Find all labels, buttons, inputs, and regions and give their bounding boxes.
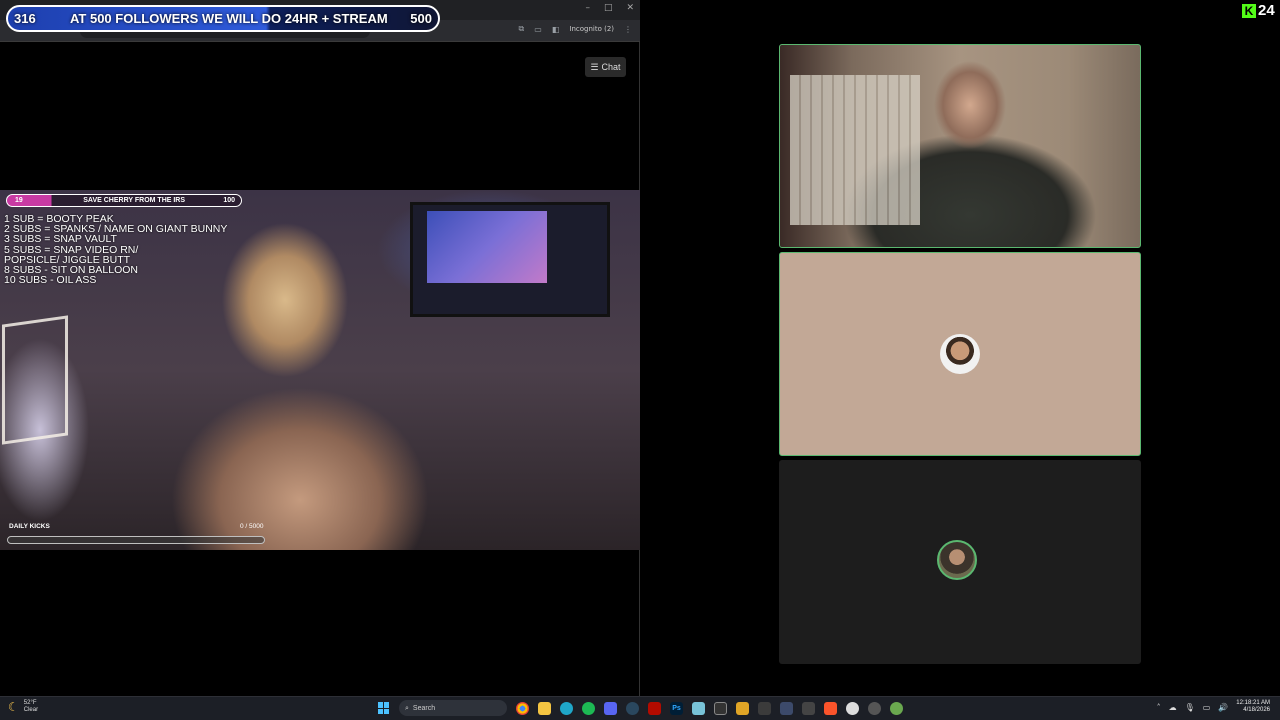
- file-explorer-icon[interactable]: [538, 701, 551, 715]
- weather-temp: 52°F: [23, 700, 37, 706]
- network-icon[interactable]: ☁: [1169, 703, 1177, 712]
- chat-button-label: Chat: [601, 62, 621, 72]
- kick-logo: K 24: [1242, 2, 1275, 19]
- daily-kicks-progress: [7, 536, 265, 544]
- daily-kicks-count: 0 / 5000: [240, 523, 264, 530]
- obs-icon[interactable]: [758, 701, 771, 715]
- sidebar-icon[interactable]: ◧: [552, 25, 560, 34]
- chrome-icon[interactable]: [516, 701, 529, 715]
- participant-avatar: [940, 334, 980, 374]
- search-placeholder: Search: [412, 704, 436, 712]
- system-tray: ˄ ☁ 🎙 ▭ 🔊 12:18:21 AM 4/18/2026: [1157, 700, 1270, 714]
- taskbar-search[interactable]: ⌕ Search: [399, 700, 507, 716]
- circle-app-icon[interactable]: [846, 701, 859, 715]
- chat-button[interactable]: ☰ Chat: [585, 57, 626, 77]
- clock-date: 4/18/2026: [1243, 707, 1270, 713]
- kick-logo-number: 24: [1258, 2, 1275, 19]
- maximize-icon[interactable]: □: [604, 3, 613, 13]
- microphone-icon[interactable]: 🎙: [1185, 703, 1195, 712]
- start-icon[interactable]: [378, 702, 390, 714]
- sub-rewards-list: 1 SUB = BOOTY PEAK 2 SUBS = SPANKS / NAM…: [4, 214, 227, 287]
- spotify-icon[interactable]: [582, 701, 595, 715]
- brave-icon[interactable]: [824, 701, 837, 715]
- notepad-icon[interactable]: [692, 701, 705, 715]
- steam-icon[interactable]: [626, 701, 639, 715]
- background-mirror: [2, 315, 68, 445]
- search-icon: ⌕: [405, 703, 409, 712]
- monitor-icon[interactable]: ▭: [1203, 703, 1211, 712]
- sub-goal-target: 100: [223, 197, 235, 204]
- minimize-icon[interactable]: –: [585, 3, 590, 13]
- follower-goal-target: 500: [410, 11, 432, 26]
- taskbar-clock[interactable]: 12:18:21 AM 4/18/2026: [1236, 700, 1270, 714]
- browser-window: – □ ✕ ⧉ ▭ ◧ Incognito (2) ⋮ 316 AT 500 F…: [0, 0, 640, 696]
- photoshop-icon[interactable]: Ps: [670, 701, 683, 715]
- split-view-icon[interactable]: ▭: [534, 25, 542, 34]
- follower-goal-current: 316: [14, 11, 36, 26]
- call-participant-tile[interactable]: [779, 460, 1141, 664]
- discord-icon[interactable]: [604, 701, 617, 715]
- daily-kicks-label: DAILY KICKS: [9, 523, 50, 530]
- sub-goal-bar: 19 SAVE CHERRY FROM THE IRS 100: [6, 194, 242, 207]
- incognito-indicator[interactable]: Incognito (2): [569, 25, 614, 33]
- tool-icon[interactable]: [868, 701, 881, 715]
- volume-icon[interactable]: 🔊: [1218, 703, 1228, 712]
- menu-icon[interactable]: ⋮: [624, 25, 632, 34]
- sub-goal-current: 19: [15, 197, 23, 204]
- background-monitor: [410, 202, 610, 317]
- clock-time: 12:18:21 AM: [1236, 700, 1270, 706]
- follower-goal-banner: 316 AT 500 FOLLOWERS WE WILL DO 24HR + S…: [6, 5, 440, 32]
- participant-avatar: [937, 540, 977, 580]
- chat-list-icon: ☰: [590, 61, 599, 72]
- notes-icon[interactable]: [736, 701, 749, 715]
- edge-icon[interactable]: [560, 701, 573, 715]
- sub-reward-item: 10 SUBS - OIL ASS: [4, 274, 97, 287]
- stream-video[interactable]: 19 SAVE CHERRY FROM THE IRS 100 1 SUB = …: [0, 190, 640, 550]
- terminal-icon[interactable]: [714, 701, 727, 715]
- windows-taskbar: ☾ 52°F Clear ⌕ Search Ps ˄ ☁ 🎙 ▭ 🔊 12:18…: [0, 696, 1280, 720]
- close-icon[interactable]: ✕: [626, 3, 634, 13]
- weather-widget[interactable]: ☾ 52°F Clear: [8, 700, 38, 714]
- acrobat-icon[interactable]: [648, 701, 661, 715]
- vpn-icon[interactable]: [780, 701, 793, 715]
- weather-desc: Clear: [23, 707, 39, 713]
- chevron-up-icon[interactable]: ˄: [1157, 703, 1161, 712]
- call-participant-tile[interactable]: [779, 252, 1141, 456]
- call-participant-video[interactable]: [779, 44, 1141, 248]
- globe-icon[interactable]: [890, 701, 903, 715]
- moon-icon: ☾: [8, 700, 19, 714]
- headset-icon[interactable]: [802, 701, 815, 715]
- follower-goal-text: AT 500 FOLLOWERS WE WILL DO 24HR + STREA…: [70, 11, 388, 26]
- sub-goal-text: SAVE CHERRY FROM THE IRS: [83, 197, 186, 204]
- extension-icon[interactable]: ⧉: [519, 24, 525, 34]
- kick-logo-icon: K: [1242, 3, 1256, 18]
